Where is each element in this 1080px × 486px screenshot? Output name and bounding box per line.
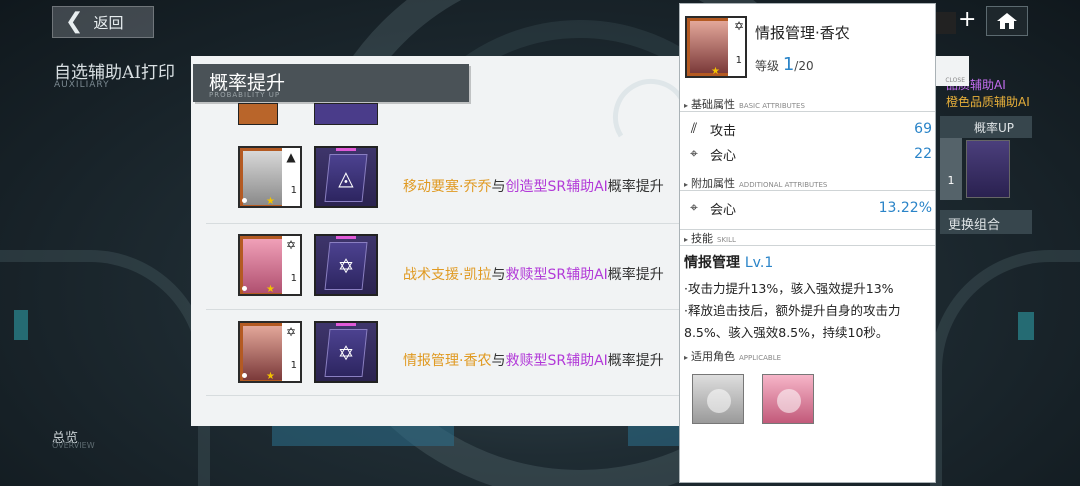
rate-up-tab[interactable]: 概率UP	[940, 116, 1032, 138]
print-ten-button[interactable]	[628, 426, 680, 446]
star-icon: ✡	[337, 341, 355, 365]
chevron-left-icon: ❮	[65, 9, 84, 34]
list-item: ▲ 1 ★ ◬ 移动要塞·乔乔与创造型SR辅助AI概率提升	[206, 140, 686, 224]
applicable-header: ▸ 适用角色 APPLICABLE	[684, 350, 782, 363]
additional-attributes-header: ▸ 附加属性 ADDITIONAL ATTRIBUTES	[680, 175, 935, 191]
partial-avatar	[238, 103, 278, 125]
back-button[interactable]: ❮ 返回	[52, 6, 154, 38]
detail-name: 情报管理·香农	[755, 24, 850, 42]
star-icon: ✡	[285, 238, 297, 252]
applicable-character[interactable]	[762, 374, 814, 424]
list-item: ✡ 1 ★ ✡ 情报管理·香农与救赎型SR辅助AI概率提升	[206, 312, 686, 396]
attribute-row: ⫽ 攻击 69	[684, 118, 932, 140]
decorative-arc	[612, 79, 684, 138]
partial-card	[314, 103, 378, 125]
attribute-row: ⌖ 会心 22	[684, 143, 932, 165]
detail-avatar: ✡ 1 ★	[685, 16, 747, 78]
side-avatar: 1	[940, 138, 962, 200]
attribute-row: ⌖ 会心 13.22%	[684, 197, 932, 219]
star-icon: ★	[711, 66, 720, 77]
background-arc-left	[0, 250, 210, 486]
star-icon: ★	[266, 196, 275, 207]
background-arc-right	[930, 250, 1080, 486]
attack-icon: ⫽	[690, 121, 698, 137]
side-ai-card[interactable]	[966, 140, 1010, 198]
row-description: 战术支援·凯拉与救赎型SR辅助AI概率提升	[403, 267, 664, 283]
skill-description: ·攻击力提升13%，骇入强效提升13% ·释放追击技后，额外提升自身的攻击力8.…	[684, 281, 901, 340]
home-icon	[997, 13, 1017, 29]
triangle-icon: ◬	[338, 166, 354, 190]
crit-icon: ⌖	[690, 146, 698, 162]
detail-level: 等级 1/20	[755, 54, 814, 75]
row-description: 情报管理·香农与救赎型SR辅助AI概率提升	[403, 353, 664, 369]
basic-attributes-header: ▸ 基础属性 BASIC ATTRIBUTES	[680, 96, 935, 112]
currency-bar	[936, 12, 956, 34]
close-label: CLOSE	[945, 77, 965, 84]
detail-panel: ✡ 1 ★ 情报管理·香农 等级 1/20 ▸ 基础属性 BASIC ATTRIBU…	[679, 3, 936, 483]
print-once-button[interactable]	[272, 426, 454, 446]
crit-icon: ⌖	[690, 200, 698, 216]
skill-header: ▸ 技能 SKILL	[680, 229, 935, 246]
star-icon: ★	[266, 371, 275, 382]
home-button[interactable]	[986, 6, 1028, 36]
character-avatar[interactable]: ✡ 1 ★	[238, 234, 302, 296]
ai-card[interactable]: ✡	[314, 321, 378, 383]
star-icon: ★	[266, 284, 275, 295]
plus-icon[interactable]: +	[958, 9, 976, 31]
page-subtitle: AUXILIARY	[54, 80, 110, 90]
modal-subtitle: PROBABILITY UP	[209, 91, 281, 99]
list-item: ✡ 1 ★ ✡ 战术支援·凯拉与救赎型SR辅助AI概率提升	[206, 226, 686, 310]
applicable-character[interactable]	[692, 374, 744, 424]
back-label: 返回	[93, 13, 124, 32]
background-light	[1018, 312, 1034, 340]
row-description: 移动要塞·乔乔与创造型SR辅助AI概率提升	[403, 179, 664, 195]
star-icon: ✡	[337, 254, 355, 278]
background-light	[14, 310, 28, 340]
triangle-icon: ▲	[286, 150, 296, 164]
ai-card[interactable]: ✡	[314, 234, 378, 296]
star-icon: ✡	[733, 19, 744, 33]
orange-quality-label: 橙色品质辅助AI	[946, 95, 1030, 109]
star-icon: ✡	[285, 325, 297, 339]
skill-name: 情报管理 Lv.1	[684, 255, 774, 271]
character-avatar[interactable]: ✡ 1 ★	[238, 321, 302, 383]
ai-card[interactable]: ◬	[314, 146, 378, 208]
modal-header: 概率提升 PROBABILITY UP	[193, 64, 469, 102]
character-avatar[interactable]: ▲ 1 ★	[238, 146, 302, 208]
total-sublabel: OVERVIEW	[52, 441, 95, 450]
change-combination-button[interactable]: 更换组合	[940, 210, 1032, 234]
